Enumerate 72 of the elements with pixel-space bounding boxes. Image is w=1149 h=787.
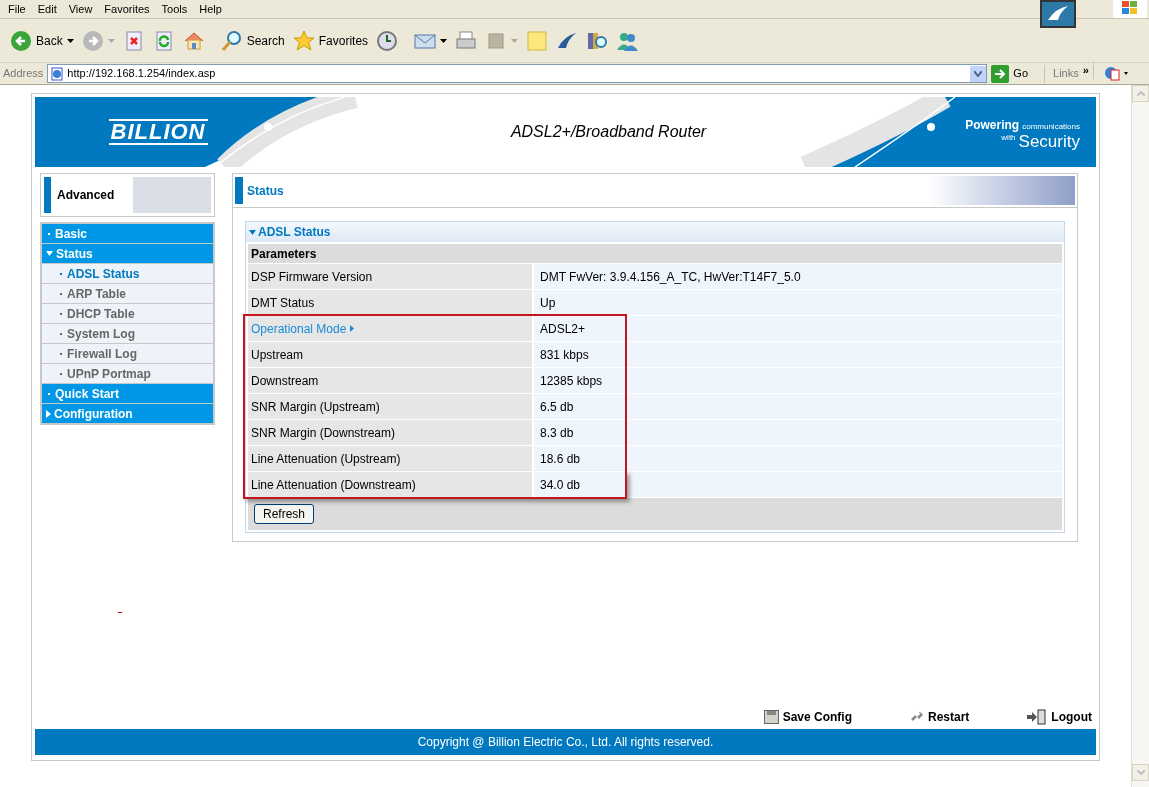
submenu-item[interactable]: ARP Table — [42, 284, 213, 303]
table-header: Parameters — [248, 244, 1062, 263]
refresh-button[interactable]: Refresh — [254, 504, 315, 524]
menu-item[interactable]: Help — [193, 0, 228, 18]
door-arrow-icon — [1027, 709, 1048, 725]
submenu-item[interactable]: Firewall Log — [42, 344, 213, 363]
dropdown-arrow-icon — [511, 38, 519, 43]
table-cell: ADSL2+ — [534, 316, 1062, 341]
table-cell: Line Attenuation (Upstream) — [248, 446, 532, 471]
chevron[interactable]: » — [1082, 62, 1094, 79]
menu-item[interactable]: Favorites — [98, 0, 156, 18]
caret-right-icon — [350, 325, 355, 332]
table-cell: 18.6 db — [534, 446, 1062, 471]
scroll-down-button[interactable] — [1132, 764, 1149, 781]
table-cell: Upstream — [248, 342, 532, 367]
product-title: ADSL2+/Broadband Router — [510, 122, 707, 142]
address-label: Address — [3, 66, 44, 82]
table-cell: DSP Firmware Version — [248, 264, 532, 289]
footer-link[interactable]: Logout — [1027, 708, 1092, 726]
toolbar-button[interactable]: Back — [6, 22, 78, 59]
menu-item[interactable]: Edit — [31, 0, 63, 18]
go-button[interactable]: Go — [991, 64, 1046, 83]
floppy-icon — [763, 710, 779, 724]
dropdown-arrow-icon — [66, 38, 74, 43]
copyright-text: Copyright @ Billion Electric Co., Ltd. All rights reserved. — [417, 734, 714, 751]
sidebar-header: Advanced — [40, 173, 215, 217]
note-icon — [526, 29, 549, 52]
caret-up-icon — [1136, 91, 1145, 96]
caret-down-icon — [1136, 770, 1145, 775]
windows-logo-icon — [1113, 0, 1147, 18]
section-header: ADSL Status — [246, 222, 1064, 242]
table-cell: SNR Margin (Upstream) — [248, 394, 532, 419]
printer-icon — [455, 29, 478, 52]
table-cell: DMT Status — [248, 290, 532, 315]
submenu-item[interactable]: System Log — [42, 324, 213, 343]
table-cell: 34.0 db — [534, 472, 1062, 497]
submenu-item[interactable]: UPnP Portmap — [42, 364, 213, 383]
mark — [118, 612, 122, 613]
table-cell: SNR Margin (Downstream) — [248, 420, 532, 445]
caret-down-icon — [249, 229, 256, 235]
footer-link[interactable]: Restart — [910, 708, 970, 726]
scrollbar[interactable] — [1131, 85, 1149, 787]
submenu-item[interactable]: ADSL Status — [42, 264, 213, 283]
table-cell: Line Attenuation (Downstream) — [248, 472, 532, 497]
scroll-up-button[interactable] — [1132, 85, 1149, 102]
toolbar-button[interactable]: Search — [216, 22, 289, 59]
panel-title: Status — [247, 182, 284, 200]
accent-bar — [235, 177, 243, 204]
toolbar-button[interactable]: Favorites — [288, 22, 373, 59]
table-cell: Up — [534, 290, 1062, 315]
search-icon — [220, 29, 243, 52]
throbber-icon — [1040, 0, 1076, 28]
submenu-item[interactable]: DHCP Table — [42, 304, 213, 323]
star-icon — [292, 29, 315, 52]
menu-item[interactable]: File — [2, 0, 32, 18]
clock-icon — [376, 29, 399, 52]
dropdown-arrow-icon — [107, 38, 115, 43]
accent-bar — [44, 177, 51, 213]
table-cell: 831 kbps — [534, 342, 1062, 367]
table-cell: 8.3 db — [534, 420, 1062, 445]
dropdown-arrow-icon — [440, 38, 448, 43]
menu-item[interactable]: View — [62, 0, 99, 18]
table-cell: Downstream — [248, 368, 532, 393]
brand-logo: BILLION — [108, 119, 208, 145]
page-icon — [50, 66, 65, 81]
table-cell: 6.5 db — [534, 394, 1062, 419]
table-cell: 12385 kbps — [534, 368, 1062, 393]
table-cell: DMT FwVer: 3.9.4.156_A_TC, HwVer:T14F7_5.0 — [534, 264, 1062, 289]
footer-link[interactable]: Save Config — [763, 708, 852, 726]
pdf-icon[interactable] — [1103, 65, 1130, 82]
links-label[interactable]: Links — [1053, 65, 1079, 82]
menu-item[interactable]: Tools — [155, 0, 194, 18]
